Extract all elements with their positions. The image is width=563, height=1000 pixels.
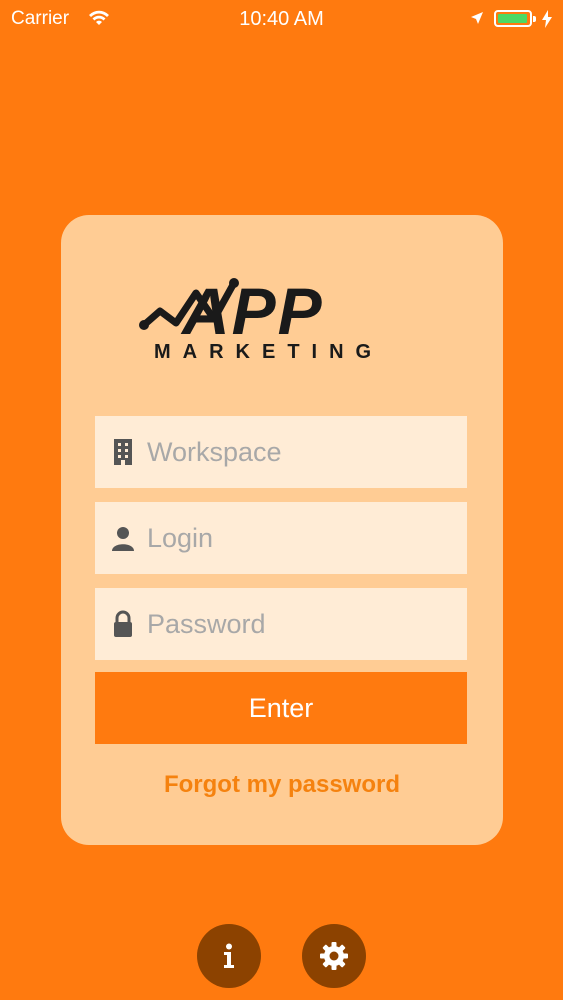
info-button[interactable]: [197, 924, 261, 988]
charging-bolt-icon: [542, 10, 552, 28]
gear-icon: [320, 942, 348, 970]
forgot-password-link[interactable]: Forgot my password: [61, 771, 503, 799]
login-field[interactable]: [95, 502, 467, 574]
lock-icon: [114, 610, 132, 637]
workspace-input[interactable]: [147, 416, 457, 488]
password-field[interactable]: [95, 588, 467, 660]
login-card: APP MARKETING Enter Forgot my password: [61, 215, 503, 845]
password-input[interactable]: [147, 588, 457, 660]
building-icon: [114, 439, 132, 465]
location-arrow-icon: [471, 12, 483, 24]
login-input[interactable]: [147, 502, 457, 574]
settings-button[interactable]: [302, 924, 366, 988]
logo-subtitle: MARKETING: [154, 341, 384, 363]
user-icon: [112, 527, 134, 551]
battery-icon: [494, 10, 536, 27]
status-bar: Carrier 10:40 AM: [0, 0, 563, 40]
enter-button[interactable]: Enter: [95, 672, 467, 744]
logo-app-text: APP: [182, 274, 324, 348]
app-logo: APP MARKETING: [138, 273, 428, 365]
info-icon: [224, 943, 234, 968]
workspace-field[interactable]: [95, 416, 467, 488]
